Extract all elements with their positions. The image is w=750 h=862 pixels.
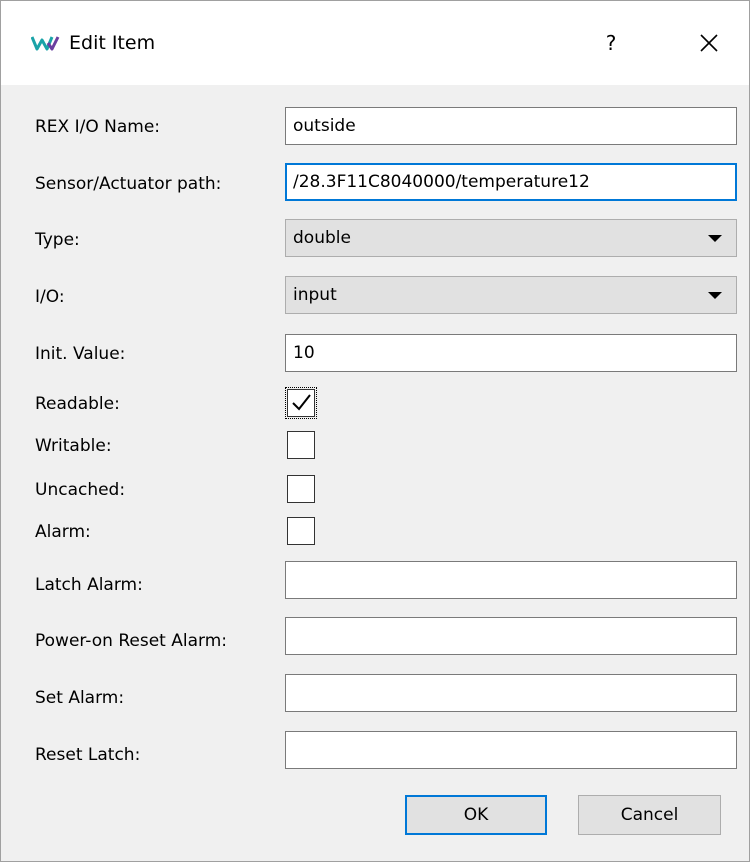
checkmark-icon: [292, 394, 311, 411]
readable-label: Readable:: [35, 394, 120, 414]
writable-checkbox[interactable]: [287, 431, 315, 459]
close-button[interactable]: [689, 23, 729, 63]
io-select-value: input: [293, 285, 337, 305]
power-on-reset-alarm-input[interactable]: [285, 617, 737, 655]
readable-checkbox[interactable]: [285, 387, 317, 419]
reset-latch-label: Reset Latch:: [35, 745, 141, 765]
rex-logo-icon: [30, 35, 61, 51]
io-select[interactable]: input: [285, 276, 737, 314]
io-label: I/O:: [35, 287, 65, 307]
help-icon: ?: [605, 31, 617, 55]
type-select-value: double: [293, 228, 351, 248]
power-on-reset-alarm-label: Power-on Reset Alarm:: [35, 631, 227, 651]
init-value-label: Init. Value:: [35, 344, 126, 364]
type-label: Type:: [35, 230, 80, 250]
title-bar: Edit Item ?: [1, 1, 749, 85]
alarm-checkbox[interactable]: [287, 517, 315, 545]
alarm-label: Alarm:: [35, 522, 91, 542]
init-value-input[interactable]: 10: [285, 334, 737, 372]
reset-latch-input[interactable]: [285, 731, 737, 769]
window-title: Edit Item: [69, 32, 156, 54]
set-alarm-input[interactable]: [285, 674, 737, 712]
latch-alarm-label: Latch Alarm:: [35, 575, 143, 595]
rex-io-name-label: REX I/O Name:: [35, 117, 161, 137]
uncached-checkbox[interactable]: [287, 475, 315, 503]
sensor-path-input[interactable]: /28.3F11C8040000/temperature12: [285, 163, 737, 201]
chevron-down-icon: [708, 292, 722, 299]
rex-io-name-input[interactable]: outside: [285, 107, 737, 145]
writable-label: Writable:: [35, 436, 112, 456]
uncached-label: Uncached:: [35, 480, 126, 500]
edit-item-dialog: Edit Item ? REX I/O Name: outside Sensor…: [0, 0, 750, 862]
help-button[interactable]: ?: [591, 23, 631, 63]
close-icon: [700, 34, 718, 52]
set-alarm-label: Set Alarm:: [35, 688, 125, 708]
latch-alarm-input[interactable]: [285, 561, 737, 599]
ok-button[interactable]: OK: [405, 795, 547, 835]
type-select[interactable]: double: [285, 219, 737, 257]
chevron-down-icon: [708, 235, 722, 242]
sensor-path-label: Sensor/Actuator path:: [35, 174, 222, 194]
cancel-button[interactable]: Cancel: [578, 795, 721, 835]
